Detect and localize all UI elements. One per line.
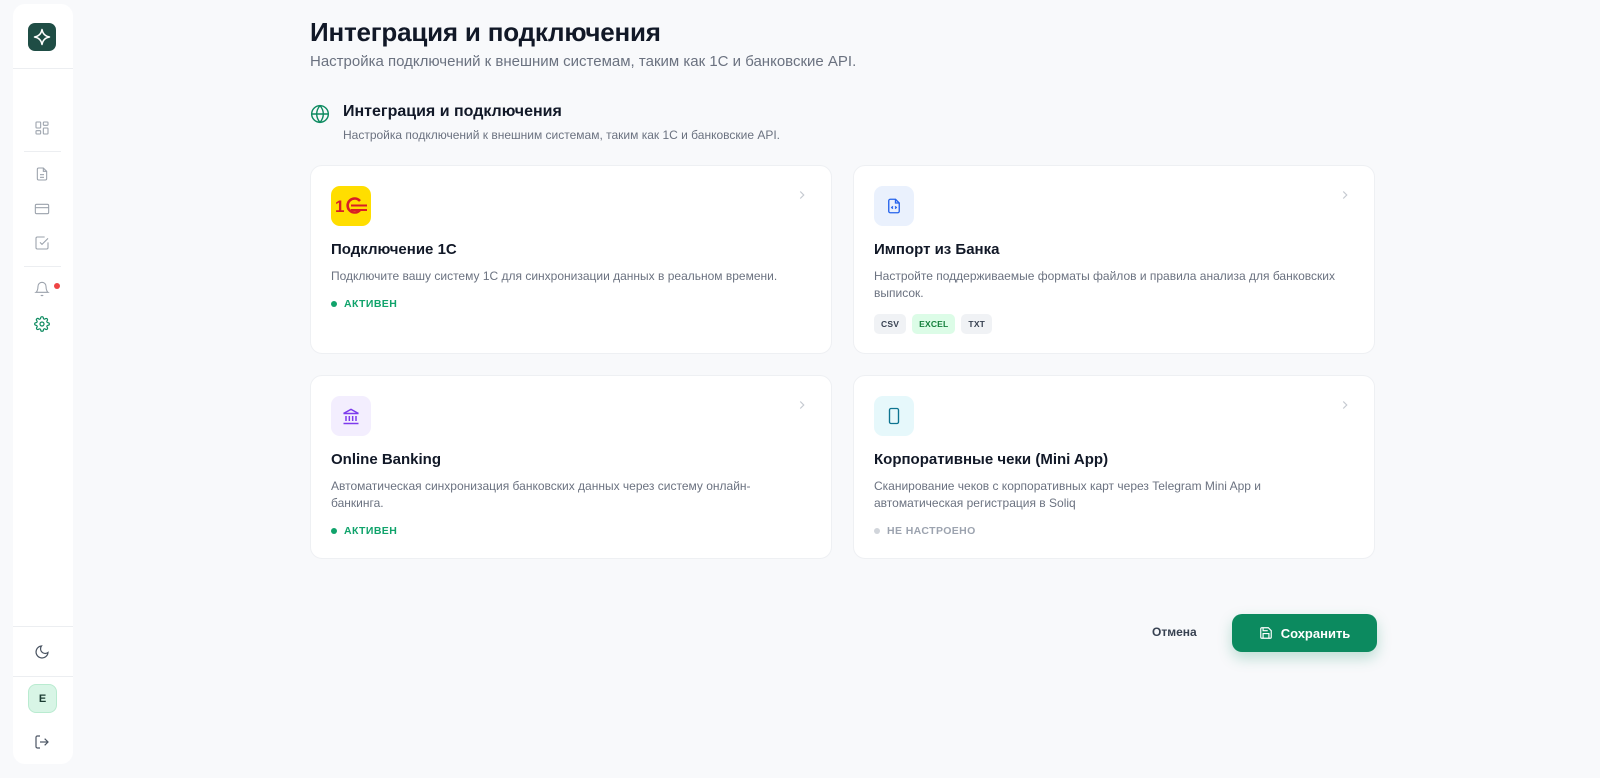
status-dot <box>331 301 337 307</box>
avatar-initial: E <box>38 692 47 705</box>
save-button[interactable]: Сохранить <box>1232 614 1377 652</box>
tablet-icon <box>874 396 914 436</box>
notification-badge <box>54 283 60 289</box>
cancel-button[interactable]: Отмена <box>1152 625 1197 639</box>
avatar[interactable]: E <box>28 684 57 713</box>
theme-toggle[interactable] <box>32 642 52 662</box>
bell-icon <box>34 281 50 297</box>
format-tag-excel: EXCEL <box>912 314 956 334</box>
integration-card-corporate-receipts[interactable]: Корпоративные чеки (Mini App) Сканирован… <box>853 375 1375 559</box>
card-title: Корпоративные чеки (Mini App) <box>874 451 1109 468</box>
card-description: Автоматическая синхронизация банковских … <box>331 479 751 510</box>
sidebar: E <box>13 4 73 764</box>
chevron-right-icon <box>799 401 805 409</box>
integration-card-bank-import[interactable]: Импорт из Банка Настройте поддерживаемые… <box>853 165 1375 354</box>
status-dot <box>331 528 337 534</box>
save-icon <box>1259 627 1272 639</box>
page-subtitle: Настройка подключений к внешним системам… <box>310 53 857 70</box>
card-title: Online Banking <box>331 451 442 468</box>
card-description: Сканирование чеков с корпоративных карт … <box>874 479 1261 510</box>
chevron-right-icon <box>1342 401 1348 409</box>
sidebar-item-settings[interactable] <box>32 314 52 334</box>
checkbox-icon <box>35 236 49 250</box>
dashboard-icon <box>35 121 49 135</box>
svg-text:1: 1 <box>335 197 344 216</box>
sidebar-divider <box>13 626 73 627</box>
sidebar-item-cards[interactable] <box>32 199 52 219</box>
status-label: НЕ НАСТРОЕНО <box>887 525 976 537</box>
card-title: Подключение 1С <box>331 241 457 258</box>
sidebar-item-documents[interactable] <box>32 164 52 184</box>
app-logo[interactable] <box>28 23 56 51</box>
sidebar-divider <box>24 266 61 267</box>
section-title: Интеграция и подключения <box>343 103 562 120</box>
status-badge: НЕ НАСТРОЕНО <box>874 525 976 537</box>
chevron-right-icon <box>1342 191 1348 199</box>
logout-icon <box>35 735 49 749</box>
sidebar-divider <box>24 151 61 152</box>
page-title: Интеграция и подключения <box>310 17 661 47</box>
section-subtitle: Настройка подключений к внешним системам… <box>343 128 781 142</box>
sidebar-divider <box>13 68 73 69</box>
integration-card-1c[interactable]: 1 Подключение 1С Подключите вашу систему… <box>310 165 832 354</box>
1c-logo-icon: 1 <box>331 186 371 226</box>
status-dot <box>874 528 880 534</box>
card-description: Подключите вашу систему 1С для синхрониз… <box>331 269 778 283</box>
save-button-label: Сохранить <box>1280 625 1351 641</box>
card-description: Настройте поддерживаемые форматы файлов … <box>874 269 1335 300</box>
sparkle-logo-icon <box>33 28 51 46</box>
status-label: АКТИВЕН <box>344 298 398 310</box>
integration-card-online-banking[interactable]: Online Banking Автоматическая синхрониза… <box>310 375 832 559</box>
sidebar-divider <box>13 676 73 677</box>
format-tags: CSV EXCEL TXT <box>874 314 993 334</box>
sidebar-item-dashboard[interactable] <box>32 118 52 138</box>
bank-icon <box>331 396 371 436</box>
format-tag-csv: CSV <box>874 314 907 334</box>
sidebar-item-notifications[interactable] <box>32 279 52 299</box>
status-label: АКТИВЕН <box>344 525 398 537</box>
status-badge: АКТИВЕН <box>331 298 397 310</box>
gear-icon <box>34 316 50 332</box>
credit-card-icon <box>34 203 50 215</box>
document-icon <box>36 167 48 181</box>
chevron-right-icon <box>799 191 805 199</box>
moon-icon <box>35 645 49 659</box>
globe-icon <box>310 104 330 124</box>
card-title: Импорт из Банка <box>874 241 1000 258</box>
status-badge: АКТИВЕН <box>331 525 397 537</box>
format-tag-txt: TXT <box>961 314 993 334</box>
file-code-icon <box>874 186 914 226</box>
logout-button[interactable] <box>32 732 52 752</box>
sidebar-item-tasks[interactable] <box>32 233 52 253</box>
